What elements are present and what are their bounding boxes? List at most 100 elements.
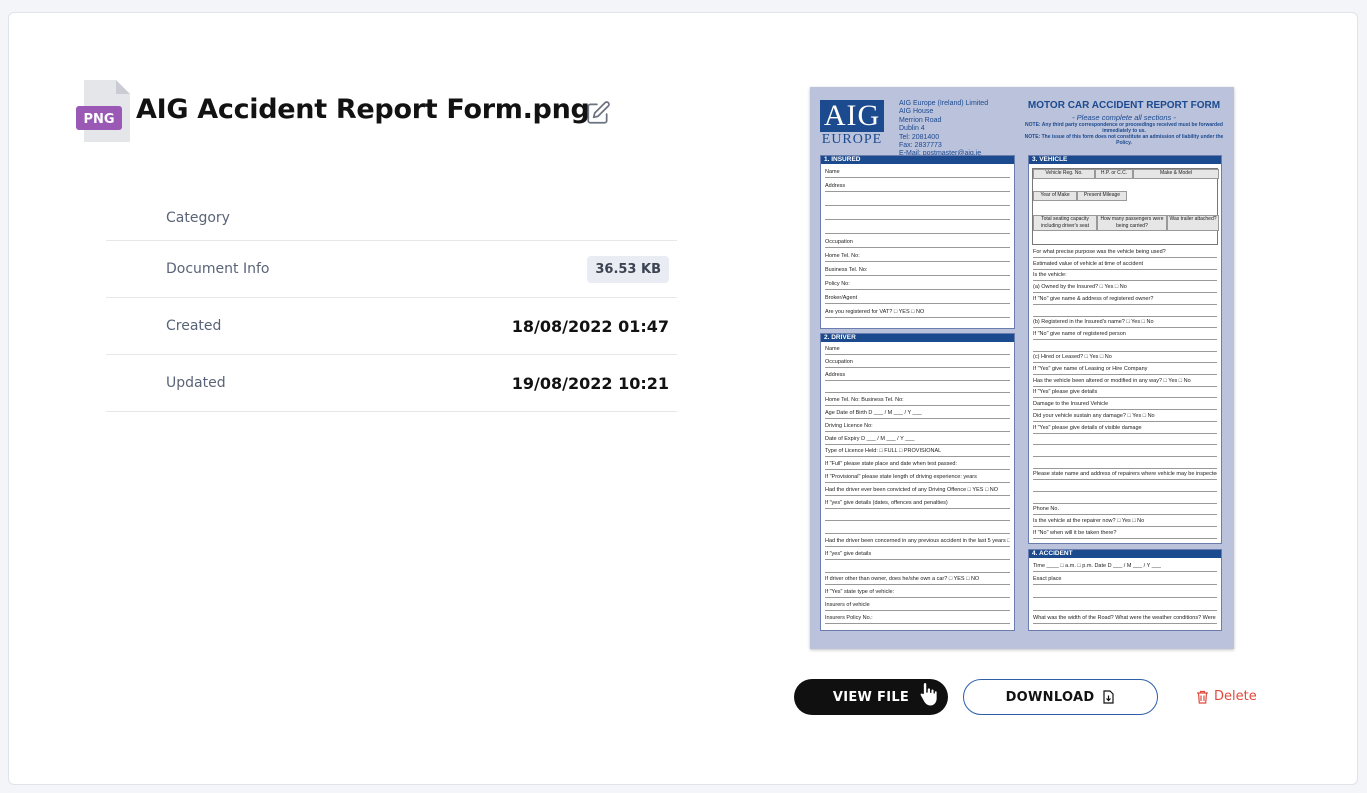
form-field-line: Are you registered for VAT? □ YES □ NO bbox=[825, 308, 1010, 318]
form-field-line: Address bbox=[825, 371, 1010, 381]
vehicle-cell: Total seating capacity including driver'… bbox=[1033, 215, 1097, 231]
form-field-line: Broker/Agent bbox=[825, 294, 1010, 304]
form-field-line: If "Yes" please give details bbox=[1033, 388, 1217, 399]
form-field-line: Is the vehicle: bbox=[1033, 271, 1217, 282]
form-field-line: If "yes" give details bbox=[825, 550, 1010, 560]
form-field-line: Please state name and address of repaire… bbox=[1033, 470, 1217, 481]
insured-section-heading: 1. INSURED bbox=[821, 156, 1014, 164]
document-details-table: Category Document Info 36.53 KB Created … bbox=[106, 195, 677, 412]
vehicle-section-heading: 3. VEHICLE bbox=[1029, 156, 1221, 164]
form-field-line bbox=[1033, 342, 1217, 352]
accident-section: 4. ACCIDENT Time ____ □ a.m. □ p.m. Date… bbox=[1028, 549, 1222, 631]
category-row: Category bbox=[106, 195, 677, 241]
form-field-line: If "yes" give details (dates, offences a… bbox=[825, 499, 1010, 509]
form-field-line: (b) Registered in the Insured's name? □ … bbox=[1033, 318, 1217, 329]
form-field-line bbox=[825, 196, 1010, 206]
aig-logo: AIG bbox=[820, 100, 884, 132]
vehicle-grid: Vehicle Reg. No. H.P. or C.C. Make & Mod… bbox=[1032, 168, 1219, 245]
form-field-line bbox=[825, 383, 1010, 394]
form-field-line: Insurers Policy No.: bbox=[825, 614, 1010, 624]
form-field-line: Driving Licence No: bbox=[825, 422, 1010, 432]
form-field-line bbox=[1033, 307, 1217, 317]
delete-button[interactable]: Delete bbox=[1196, 689, 1257, 704]
form-field-line: Name bbox=[825, 345, 1010, 355]
updated-label: Updated bbox=[166, 375, 226, 391]
form-field-line bbox=[1033, 588, 1217, 598]
vehicle-section: 3. VEHICLE Vehicle Reg. No. H.P. or C.C.… bbox=[1028, 155, 1222, 544]
form-field-line: If "Full" please state place and date wh… bbox=[825, 460, 1010, 471]
form-field-line: Did your vehicle sustain any damage? □ Y… bbox=[1033, 412, 1217, 422]
form-field-line: Phone No. bbox=[1033, 505, 1217, 516]
form-field-line bbox=[825, 210, 1010, 220]
accident-section-heading: 4. ACCIDENT bbox=[1029, 550, 1221, 558]
form-field-line: For what precise purpose was the vehicle… bbox=[1033, 248, 1217, 258]
vehicle-cell: Year of Make bbox=[1033, 191, 1077, 201]
form-field-line: Date of Expiry D ___ / M ___ / Y ___ bbox=[825, 435, 1010, 445]
vehicle-cell: Make & Model bbox=[1133, 169, 1219, 179]
aig-logo-subtitle: EUROPE bbox=[821, 132, 883, 147]
form-field-line: Is the vehicle at the repairer now? □ Ye… bbox=[1033, 517, 1217, 528]
form-field-line: (c) Hired or Leased? □ Yes □ No bbox=[1033, 353, 1217, 364]
view-file-button[interactable]: VIEW FILE bbox=[794, 679, 948, 715]
form-field-line: Policy No: bbox=[825, 280, 1010, 290]
created-label: Created bbox=[166, 318, 222, 334]
form-field-line bbox=[825, 563, 1010, 573]
form-field-line bbox=[825, 224, 1010, 234]
insured-section: 1. INSURED Name Address Occupation Home Tel… bbox=[820, 155, 1015, 329]
form-field-line: Has the vehicle been altered or modified… bbox=[1033, 377, 1217, 387]
category-label: Category bbox=[166, 209, 230, 226]
aig-address: AIG Europe (Ireland) Limited AIG House M… bbox=[899, 100, 989, 158]
form-field-line bbox=[1033, 447, 1217, 457]
form-field-line: If "Provisional" please state length of … bbox=[825, 473, 1010, 483]
form-field-line: Damage to the Insured Vehicle bbox=[1033, 400, 1217, 411]
form-field-line bbox=[825, 524, 1010, 535]
form-field-line bbox=[825, 511, 1010, 522]
updated-value: 19/08/2022 10:21 bbox=[511, 373, 669, 393]
form-field-line: If "No" give name & address of registere… bbox=[1033, 295, 1217, 305]
form-field-line bbox=[1033, 601, 1217, 611]
download-label: DOWNLOAD bbox=[1005, 689, 1095, 705]
delete-label: Delete bbox=[1214, 689, 1257, 704]
driver-section-heading: 2. DRIVER bbox=[821, 334, 1014, 342]
file-name-title: AIG Accident Report Form.png bbox=[136, 94, 590, 125]
form-field-line: If "Yes" please give details of visible … bbox=[1033, 424, 1217, 434]
form-field-line: If "Yes" state type of vehicle: bbox=[825, 588, 1010, 599]
form-field-line: Insurers of vehicle bbox=[825, 601, 1010, 611]
form-field-line: What was the width of the Road? What wer… bbox=[1033, 614, 1217, 624]
trash-icon bbox=[1197, 690, 1208, 704]
png-badge-label: PNG bbox=[83, 112, 114, 127]
form-field-line: Estimated value of vehicle at time of ac… bbox=[1033, 260, 1217, 270]
form-field-line: Business Tel. No: bbox=[825, 266, 1010, 276]
form-field-line bbox=[1033, 459, 1217, 469]
form-field-line: (a) Owned by the Insured? □ Yes □ No bbox=[1033, 283, 1217, 294]
form-field-line: Home Tel. No: Business Tel. No: bbox=[825, 396, 1010, 407]
vehicle-cell: Was trailer attached? bbox=[1167, 215, 1219, 231]
driver-section: 2. DRIVER Name Occupation Address Home Tel.… bbox=[820, 333, 1015, 631]
form-subtitle: - Please complete all sections - bbox=[1072, 113, 1176, 122]
document-preview[interactable]: AIG EUROPE AIG Europe (Ireland) Limited … bbox=[810, 87, 1234, 649]
form-field-line: Had the driver ever been convicted of an… bbox=[825, 486, 1010, 496]
form-field-line: Occupation bbox=[825, 358, 1010, 368]
form-notes: NOTE: Any third party correspondence or … bbox=[1024, 122, 1224, 146]
form-field-line bbox=[1033, 494, 1217, 504]
form-field-line: Occupation bbox=[825, 238, 1010, 248]
created-value: 18/08/2022 01:47 bbox=[511, 316, 669, 336]
updated-row: Updated 19/08/2022 10:21 bbox=[106, 355, 677, 412]
download-button[interactable]: DOWNLOAD bbox=[963, 679, 1158, 715]
document-info-row: Document Info 36.53 KB bbox=[106, 241, 677, 298]
form-title: MOTOR CAR ACCIDENT REPORT FORM bbox=[1027, 100, 1221, 111]
vehicle-cell: H.P. or C.C. bbox=[1095, 169, 1133, 179]
vehicle-cell: How many passengers were being carried? bbox=[1097, 215, 1167, 231]
form-field-line: If driver other than owner, does he/she … bbox=[825, 575, 1010, 586]
created-row: Created 18/08/2022 01:47 bbox=[106, 298, 677, 355]
form-field-line: If "No" give name of registered person bbox=[1033, 330, 1217, 340]
form-field-line: Name bbox=[825, 168, 1010, 178]
file-size-badge: 36.53 KB bbox=[587, 255, 669, 283]
png-file-icon: PNG bbox=[76, 80, 130, 142]
form-field-line: If "Yes" give name of Leasing or Hire Co… bbox=[1033, 365, 1217, 375]
edit-name-icon[interactable] bbox=[585, 100, 611, 126]
form-field-line bbox=[1033, 435, 1217, 446]
form-field-line bbox=[1033, 482, 1217, 492]
form-field-line: Type of Licence Held: □ FULL □ PROVISION… bbox=[825, 447, 1010, 458]
view-file-label: VIEW FILE bbox=[832, 689, 910, 705]
